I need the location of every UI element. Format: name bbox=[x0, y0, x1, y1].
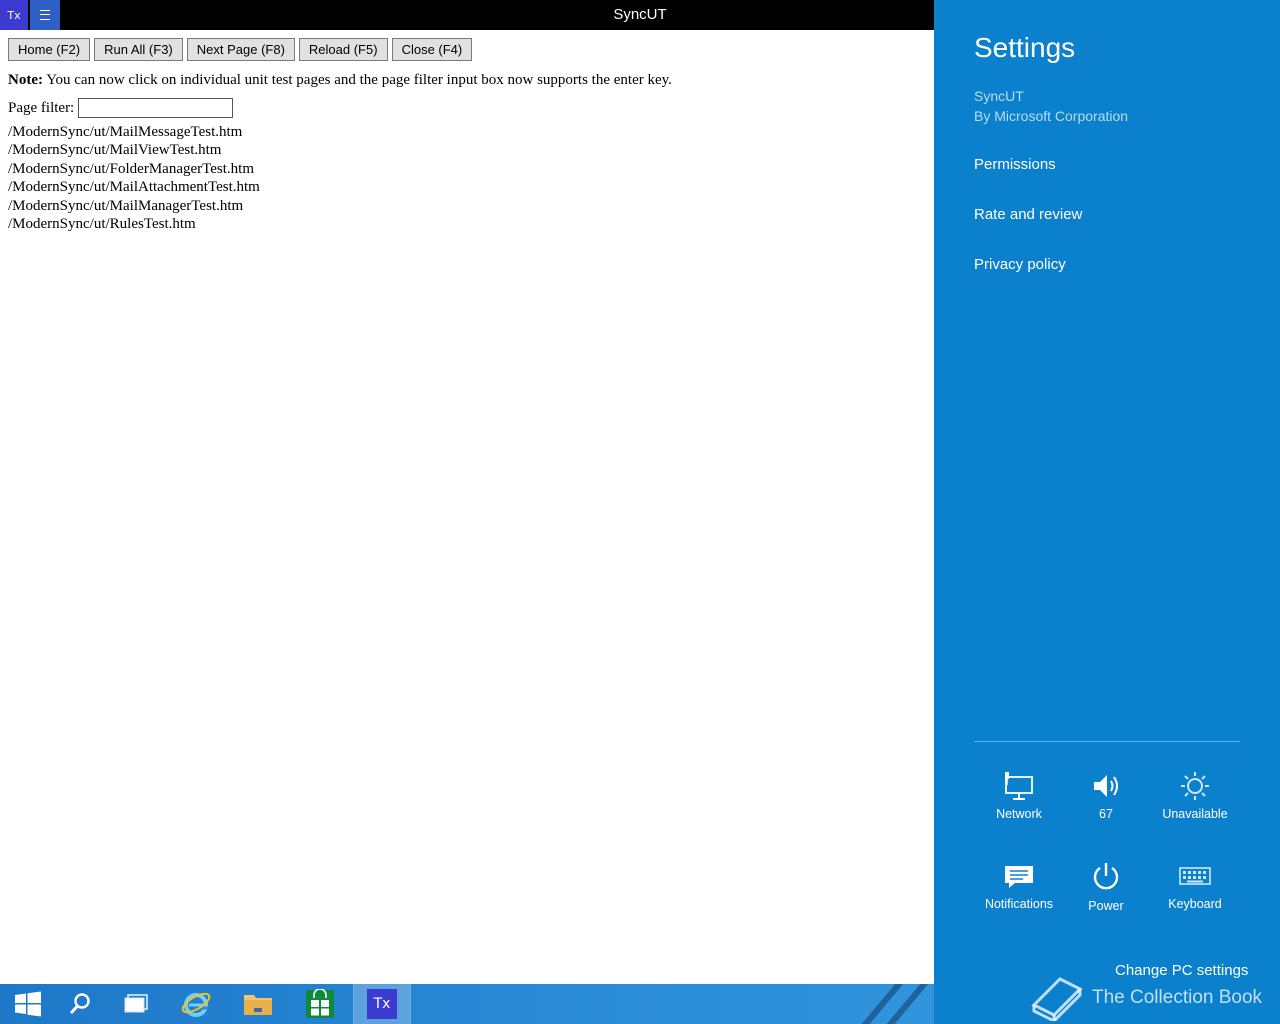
watermark-text: The Collection Book bbox=[1092, 987, 1263, 1008]
title-bar: Tx bbox=[0, 0, 934, 30]
store-icon bbox=[306, 989, 334, 1018]
test-page-link[interactable]: /ModernSync/ut/MailAttachmentTest.htm bbox=[8, 178, 260, 196]
permissions-link[interactable]: Permissions bbox=[974, 156, 1056, 173]
file-explorer-button[interactable] bbox=[230, 984, 286, 1024]
network-icon bbox=[1005, 772, 1033, 800]
search-icon bbox=[69, 993, 90, 1015]
test-page-link[interactable]: /ModernSync/ut/FolderManagerTest.htm bbox=[8, 160, 260, 178]
internet-explorer-button[interactable] bbox=[168, 984, 224, 1024]
close-button[interactable]: Close (F4) bbox=[391, 38, 473, 61]
test-page-link[interactable]: /ModernSync/ut/RulesTest.htm bbox=[8, 215, 260, 233]
test-page-link[interactable]: /ModernSync/ut/MailMessageTest.htm bbox=[8, 123, 260, 141]
keyboard-icon bbox=[1179, 867, 1211, 885]
start-button[interactable] bbox=[0, 984, 56, 1024]
app-content: Home (F2) Run All (F3) Next Page (F8) Re… bbox=[0, 30, 934, 984]
app-publisher: By Microsoft Corporation bbox=[974, 108, 1129, 124]
watermark: The Collection Book bbox=[1030, 975, 1262, 1021]
volume-label: 67 bbox=[1099, 807, 1113, 821]
settings-divider bbox=[974, 741, 1240, 742]
brightness-tile[interactable]: Unavailable bbox=[1150, 771, 1240, 821]
book-icon bbox=[1031, 977, 1083, 1021]
volume-icon bbox=[1094, 775, 1118, 797]
settings-title: Settings bbox=[974, 32, 1076, 63]
reload-button[interactable]: Reload (F5) bbox=[298, 38, 388, 61]
hamburger-menu-button[interactable] bbox=[30, 0, 60, 30]
test-page-link[interactable]: /ModernSync/ut/MailViewTest.htm bbox=[8, 141, 260, 159]
brightness-label: Unavailable bbox=[1162, 807, 1228, 821]
task-view-icon bbox=[124, 994, 148, 1013]
task-view-button[interactable] bbox=[108, 984, 164, 1024]
file-explorer-icon bbox=[244, 995, 272, 1015]
volume-tile[interactable]: 67 bbox=[1061, 771, 1151, 821]
taskbar: Tx bbox=[0, 984, 934, 1024]
test-page-link[interactable]: /ModernSync/ut/MailManagerTest.htm bbox=[8, 197, 260, 215]
syncut-taskbar-button[interactable]: Tx bbox=[353, 984, 411, 1024]
start-icon bbox=[15, 991, 41, 1017]
network-label: Network bbox=[996, 807, 1042, 821]
note-body: You can now click on individual unit tes… bbox=[46, 72, 672, 88]
page-filter-label: Page filter: bbox=[8, 99, 75, 116]
store-button[interactable] bbox=[292, 984, 348, 1024]
keyboard-label: Keyboard bbox=[1168, 897, 1222, 911]
app-info: SyncUT By Microsoft Corporation bbox=[974, 86, 1128, 126]
notifications-label: Notifications bbox=[984, 897, 1054, 911]
keyboard-tile[interactable]: Keyboard bbox=[1150, 861, 1240, 911]
next-page-button[interactable]: Next Page (F8) bbox=[186, 38, 295, 61]
note-label: Note: bbox=[8, 72, 43, 88]
internet-explorer-icon bbox=[181, 992, 211, 1017]
note-text: Note: You can now click on individual un… bbox=[8, 72, 672, 89]
test-page-list: /ModernSync/ut/MailMessageTest.htm /Mode… bbox=[8, 123, 260, 233]
syncut-app-icon: Tx bbox=[367, 989, 397, 1019]
notifications-tile[interactable]: Notifications bbox=[974, 861, 1064, 911]
rate-and-review-link[interactable]: Rate and review bbox=[974, 206, 1082, 223]
toolbar: Home (F2) Run All (F3) Next Page (F8) Re… bbox=[8, 38, 473, 61]
app-name: SyncUT bbox=[974, 88, 1024, 104]
page-filter-input[interactable] bbox=[78, 98, 234, 118]
brightness-icon bbox=[1181, 772, 1209, 800]
network-tile[interactable]: Network bbox=[974, 771, 1064, 821]
power-label: Power bbox=[1088, 899, 1124, 913]
power-tile[interactable]: Power bbox=[1061, 861, 1151, 913]
search-button[interactable] bbox=[52, 984, 108, 1024]
notifications-icon bbox=[1005, 866, 1033, 888]
page-filter: Page filter: bbox=[8, 98, 234, 118]
app-icon[interactable]: Tx bbox=[0, 0, 28, 30]
privacy-policy-link[interactable]: Privacy policy bbox=[974, 256, 1066, 273]
run-all-button[interactable]: Run All (F3) bbox=[94, 38, 183, 61]
power-icon bbox=[1093, 863, 1119, 890]
settings-charm: Settings SyncUT By Microsoft Corporation… bbox=[934, 0, 1280, 1024]
hamburger-icon bbox=[40, 10, 50, 20]
home-button[interactable]: Home (F2) bbox=[8, 38, 91, 61]
